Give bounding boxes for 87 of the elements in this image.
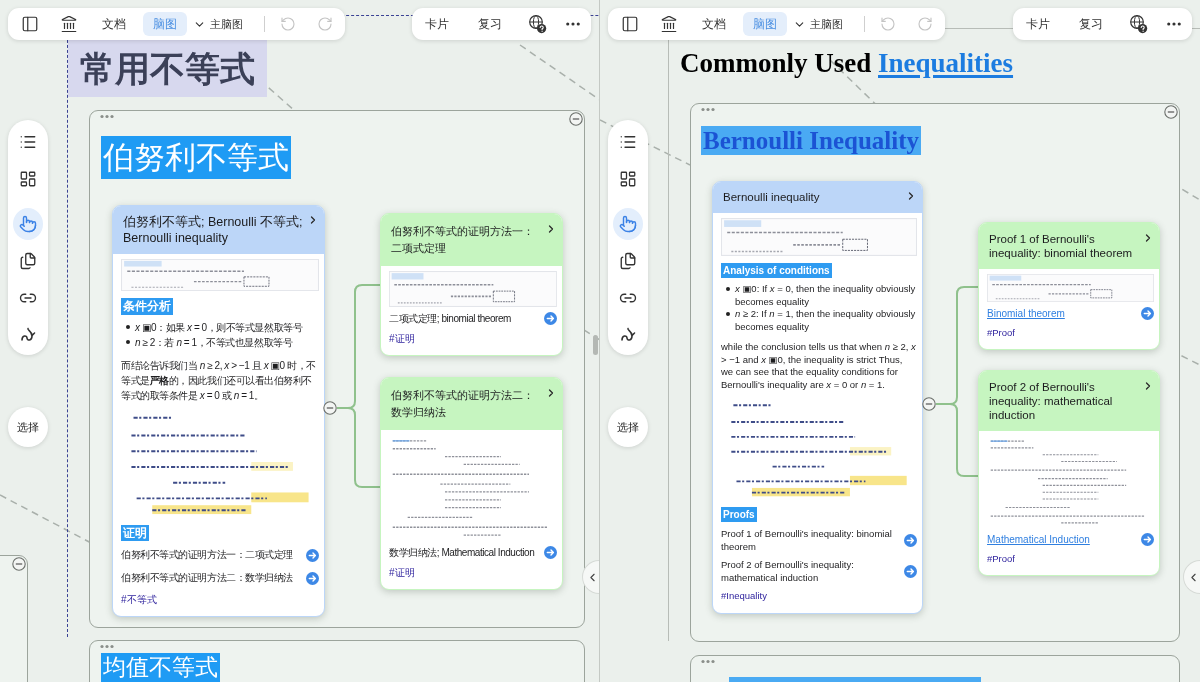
- hand-pointer-icon: [19, 215, 37, 233]
- map-title[interactable]: Commonly Used Inequalities: [678, 47, 1016, 79]
- arrow-right-circle-icon[interactable]: [904, 564, 917, 578]
- bullet-icon: [726, 312, 730, 317]
- section-heading: Analysis of conditions: [721, 263, 832, 278]
- layout-icon: [19, 170, 37, 188]
- scrollbar[interactable]: [593, 335, 598, 355]
- title-link[interactable]: Inequalities: [878, 48, 1014, 78]
- card-link[interactable]: Binomial theorem: [987, 307, 1065, 321]
- card-link[interactable]: 数学归纳法; Mathematical Induction: [389, 546, 535, 560]
- sidebar-icon[interactable]: [21, 15, 39, 33]
- squiggle-icon: [619, 326, 637, 344]
- hashtag[interactable]: #证明: [389, 564, 415, 580]
- collapse-icon[interactable]: [569, 112, 583, 126]
- arrow-right-circle-icon[interactable]: [1141, 307, 1154, 321]
- hashtag[interactable]: #Proof: [987, 551, 1015, 566]
- card[interactable]: [112, 205, 325, 617]
- bullet-text: x ▣0：如果 x = 0，则不等式显然取等号: [135, 320, 303, 335]
- select-button[interactable]: 选择: [608, 407, 648, 447]
- tab[interactable]: 文档: [692, 12, 736, 36]
- toolbar-button[interactable]: 复习: [1071, 12, 1111, 36]
- card-title: 伯努利不等式; Bernoulli 不等式; Bernoulli inequality: [123, 214, 304, 246]
- card-link[interactable]: 伯努利不等式的证明方法一：二项式定理: [121, 548, 293, 562]
- arrow-right-circle-icon[interactable]: [904, 533, 917, 547]
- card[interactable]: Proof 1 of Bernoulli's inequality: binomial theorem Binomial theorem #Proof: [978, 222, 1160, 350]
- toolbar-button[interactable]: 卡片: [417, 12, 457, 36]
- hashtag[interactable]: #证明: [389, 330, 415, 346]
- drag-handle-icon[interactable]: [701, 107, 715, 112]
- card-link[interactable]: 伯努利不等式的证明方法二：数学归纳法: [121, 571, 293, 585]
- building-columns-icon[interactable]: [660, 15, 678, 33]
- collapse-icon[interactable]: [12, 557, 26, 571]
- bullet-icon: [726, 287, 730, 292]
- documents-icon: [19, 252, 37, 270]
- hashtag[interactable]: #Inequality: [721, 589, 767, 604]
- bullet-text: n ≥ 2：若 n = 1，不等式也显然取等号: [135, 335, 293, 350]
- bullet-icon: [126, 340, 130, 344]
- hashtag[interactable]: #Proof: [987, 325, 1015, 340]
- collapse-icon[interactable]: [323, 401, 337, 415]
- collapse-icon[interactable]: [1164, 105, 1178, 119]
- drag-handle-icon[interactable]: [100, 644, 114, 649]
- hashtag[interactable]: #不等式: [121, 592, 157, 607]
- card-title: 伯努利不等式的证明方法二：数学归纳法: [391, 388, 535, 420]
- squiggle-icon: [19, 326, 37, 344]
- card[interactable]: 伯努利不等式的证明方法二：数学归纳法 数学归纳法; Mathematical Induction #证明: [380, 377, 563, 590]
- sidebar-icon[interactable]: [621, 15, 639, 33]
- list-icon: [19, 133, 37, 151]
- card[interactable]: Proof 2 of Bernoulli's inequality: mathematical induction Mathematical Induction #Proof: [978, 370, 1160, 576]
- card-link[interactable]: Proof 2 of Bernoulli's inequality: mathematical induction: [721, 558, 901, 584]
- building-columns-icon[interactable]: [60, 15, 78, 33]
- card-link[interactable]: Mathematical Induction: [987, 533, 1090, 547]
- section-heading: 证明: [121, 524, 149, 541]
- toolbar-button[interactable]: 卡片: [1018, 12, 1058, 36]
- hand-pointer-icon: [619, 215, 637, 233]
- map-title[interactable]: 常用不等式: [68, 40, 267, 97]
- collapse-icon[interactable]: [922, 397, 936, 411]
- card[interactable]: 伯努利不等式的证明方法一：二项式定理 二项式定理; binomial theorem #证明: [380, 213, 563, 356]
- globe-help-icon[interactable]: [1128, 14, 1148, 34]
- drag-handle-icon[interactable]: [100, 114, 114, 119]
- globe-help-icon[interactable]: [527, 14, 547, 34]
- bullet-text: n ≥ 2: If n = 1, then the inequality obviously becomes equality: [735, 308, 917, 333]
- documents-icon: [619, 252, 637, 270]
- paragraph: 而结论告诉我们当 n ≥ 2, x > −1 且 x ▣0 时，不等式是严格的，因此我们还可以看出伯努利不等式的取等条件是 x = 0 或 n = 1。: [121, 358, 317, 403]
- section-heading: Proofs: [721, 507, 757, 522]
- paragraph: while the conclusion tells us that when n ≥ 2, x > −1 and x ▣0, the inequality is strict Thus, we can see that the equality conditions for Bernoulli's inequality are x = 0 or n = 1.: [721, 341, 917, 391]
- map-dropdown[interactable]: 主脑图: [793, 16, 843, 32]
- list-icon: [619, 133, 637, 151]
- arrow-right-circle-icon[interactable]: [544, 546, 557, 560]
- tab[interactable]: 文档: [92, 12, 136, 36]
- arrow-right-circle-icon[interactable]: [306, 571, 319, 585]
- card-link[interactable]: Proof 1 of Bernoulli's inequality: binomial theorem: [721, 527, 901, 553]
- map-dropdown[interactable]: 主脑图: [193, 16, 243, 32]
- card-title: 伯努利不等式的证明方法一：二项式定理: [391, 224, 535, 256]
- card-title: Proof 1 of Bernoulli's inequality: binomial theorem: [989, 232, 1134, 260]
- bullet-icon: [126, 325, 130, 329]
- card-title: Bernoulli inequality: [723, 190, 821, 205]
- panel-toggle-button[interactable]: [1183, 560, 1200, 594]
- layout-icon: [619, 170, 637, 188]
- section-heading: 条件分析: [121, 298, 173, 315]
- arrow-right-circle-icon[interactable]: [1141, 533, 1154, 547]
- arrow-right-circle-icon[interactable]: [306, 548, 319, 562]
- arrow-right-circle-icon[interactable]: [544, 312, 557, 326]
- card-link[interactable]: 二项式定理; binomial theorem: [389, 312, 511, 326]
- select-button[interactable]: 选择: [8, 407, 48, 447]
- drag-handle-icon[interactable]: [701, 659, 715, 664]
- card[interactable]: [712, 181, 923, 614]
- toolbar-button[interactable]: 复习: [470, 12, 510, 36]
- card-title: Proof 2 of Bernoulli's inequality: mathematical induction: [989, 380, 1114, 422]
